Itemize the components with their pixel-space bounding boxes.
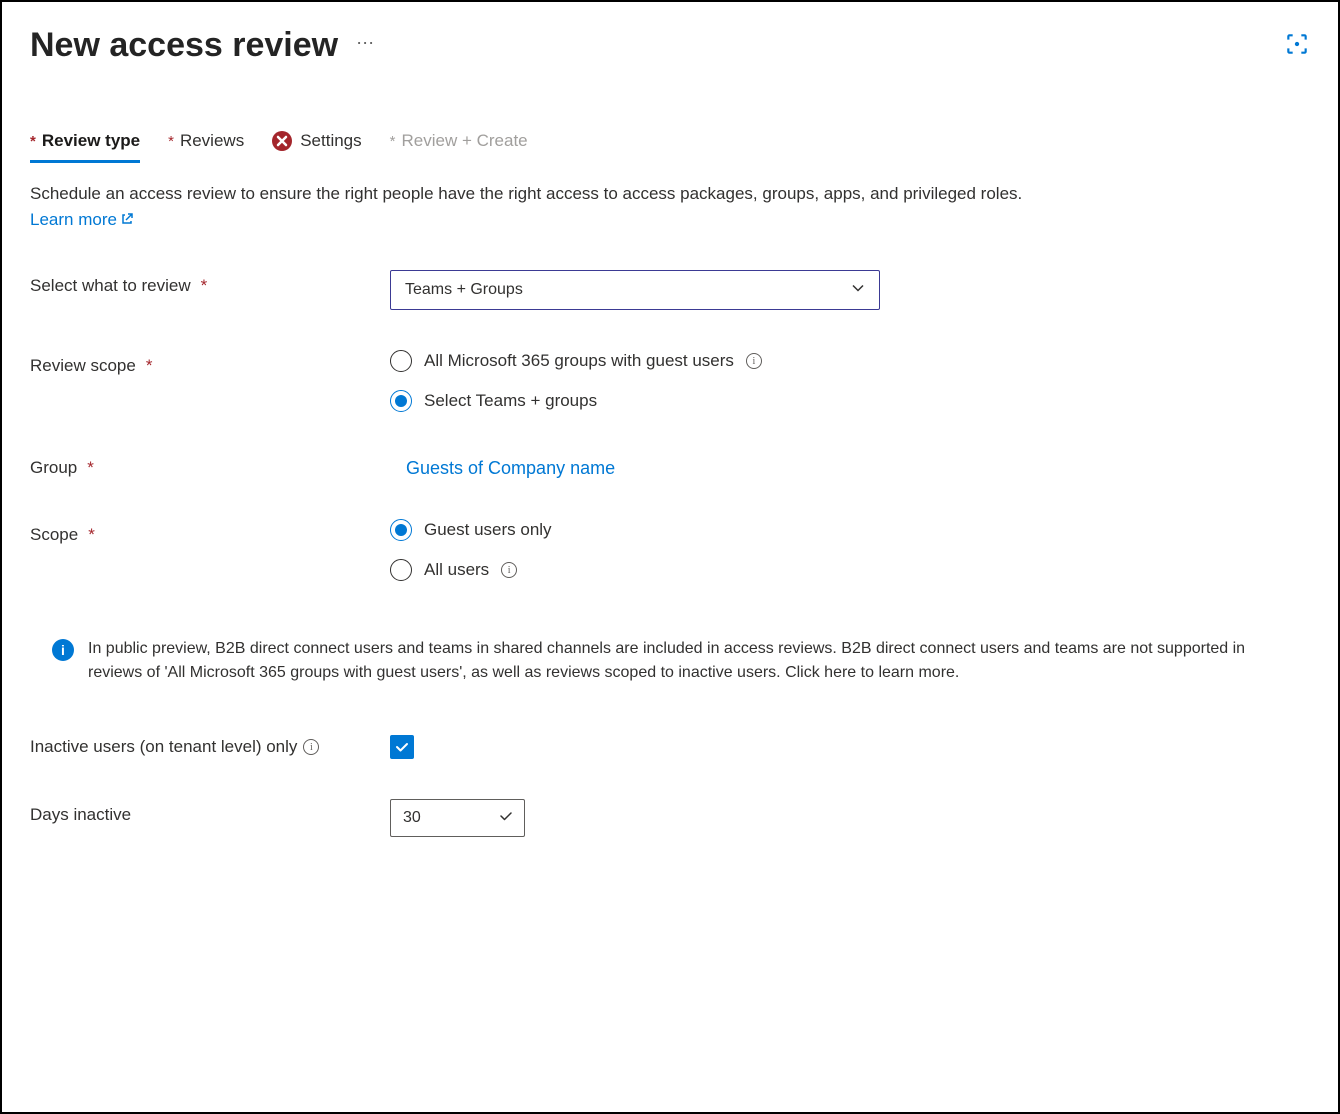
page-container: New access review ⋯ * Review type * Revi… bbox=[0, 0, 1340, 1114]
info-icon[interactable]: i bbox=[746, 353, 762, 369]
radio-icon bbox=[390, 350, 412, 372]
radio-icon bbox=[390, 519, 412, 541]
radio-label: All Microsoft 365 groups with guest user… bbox=[424, 351, 734, 371]
radio-label: Guest users only bbox=[424, 520, 552, 540]
row-select-what: Select what to review * Teams + Groups bbox=[30, 270, 1310, 310]
row-days-inactive: Days inactive 30 bbox=[30, 799, 1310, 837]
row-scope: Scope * Guest users only All users i bbox=[30, 519, 1310, 581]
more-actions-icon[interactable]: ⋯ bbox=[356, 33, 376, 58]
label-text: Group bbox=[30, 458, 77, 478]
label-text: Review scope bbox=[30, 356, 136, 376]
learn-more-label: Learn more bbox=[30, 210, 117, 230]
radio-icon bbox=[390, 559, 412, 581]
scope-radio-group: Guest users only All users i bbox=[390, 519, 1310, 581]
label-text: Select what to review bbox=[30, 276, 191, 296]
row-review-scope: Review scope * All Microsoft 365 groups … bbox=[30, 350, 1310, 412]
tab-review-create[interactable]: * Review + Create bbox=[390, 125, 528, 161]
required-asterisk: * bbox=[87, 458, 94, 478]
label-text: Days inactive bbox=[30, 805, 131, 825]
error-icon bbox=[272, 131, 292, 151]
tab-review-type[interactable]: * Review type bbox=[30, 125, 140, 161]
days-inactive-input[interactable]: 30 bbox=[390, 799, 525, 837]
required-asterisk: * bbox=[201, 276, 208, 296]
label-scope: Scope * bbox=[30, 519, 390, 545]
label-days-inactive: Days inactive bbox=[30, 799, 390, 825]
tab-label: Review + Create bbox=[401, 131, 527, 151]
review-scope-radio-group: All Microsoft 365 groups with guest user… bbox=[390, 350, 1310, 412]
select-what-dropdown[interactable]: Teams + Groups bbox=[390, 270, 880, 310]
info-icon[interactable]: i bbox=[501, 562, 517, 578]
info-text: In public preview, B2B direct connect us… bbox=[88, 637, 1290, 685]
page-header: New access review ⋯ bbox=[30, 26, 1310, 65]
days-inactive-value: 30 bbox=[403, 809, 498, 827]
external-link-icon bbox=[121, 210, 133, 230]
label-review-scope: Review scope * bbox=[30, 350, 390, 376]
label-text: Inactive users (on tenant level) only bbox=[30, 737, 297, 757]
info-icon[interactable]: i bbox=[303, 739, 319, 755]
required-asterisk: * bbox=[390, 133, 396, 150]
required-asterisk: * bbox=[168, 133, 174, 150]
radio-label: Select Teams + groups bbox=[424, 391, 597, 411]
preview-info-banner: i In public preview, B2B direct connect … bbox=[30, 631, 1310, 691]
tab-label: Review type bbox=[42, 131, 140, 151]
label-text: Scope bbox=[30, 525, 78, 545]
group-link[interactable]: Guests of Company name bbox=[390, 452, 615, 479]
tab-label: Reviews bbox=[180, 131, 244, 151]
info-filled-icon: i bbox=[52, 639, 74, 661]
label-group: Group * bbox=[30, 452, 390, 478]
tabs: * Review type * Reviews Settings * Revie… bbox=[30, 125, 1310, 162]
tab-reviews[interactable]: * Reviews bbox=[168, 125, 244, 161]
radio-all-users[interactable]: All users i bbox=[390, 559, 1310, 581]
focus-mode-icon[interactable] bbox=[1284, 31, 1310, 61]
radio-select-teams-groups[interactable]: Select Teams + groups bbox=[390, 390, 1310, 412]
radio-guest-users-only[interactable]: Guest users only bbox=[390, 519, 1310, 541]
row-group: Group * Guests of Company name bbox=[30, 452, 1310, 479]
tab-settings[interactable]: Settings bbox=[272, 125, 361, 161]
required-asterisk: * bbox=[88, 525, 95, 545]
label-inactive-users: Inactive users (on tenant level) only i bbox=[30, 735, 390, 757]
required-asterisk: * bbox=[30, 133, 36, 150]
check-icon bbox=[394, 739, 410, 755]
chevron-down-icon bbox=[851, 281, 865, 300]
select-what-value: Teams + Groups bbox=[405, 281, 523, 299]
label-select-what: Select what to review * bbox=[30, 270, 390, 296]
tab-label: Settings bbox=[300, 131, 361, 151]
radio-icon bbox=[390, 390, 412, 412]
check-icon bbox=[498, 808, 514, 829]
inactive-users-checkbox[interactable] bbox=[390, 735, 414, 759]
required-asterisk: * bbox=[146, 356, 153, 376]
row-inactive-users: Inactive users (on tenant level) only i bbox=[30, 735, 1310, 759]
radio-label: All users bbox=[424, 560, 489, 580]
radio-all-m365-groups[interactable]: All Microsoft 365 groups with guest user… bbox=[390, 350, 1310, 372]
intro-text: Schedule an access review to ensure the … bbox=[30, 184, 1310, 204]
page-title: New access review bbox=[30, 26, 338, 65]
learn-more-link[interactable]: Learn more bbox=[30, 210, 133, 230]
